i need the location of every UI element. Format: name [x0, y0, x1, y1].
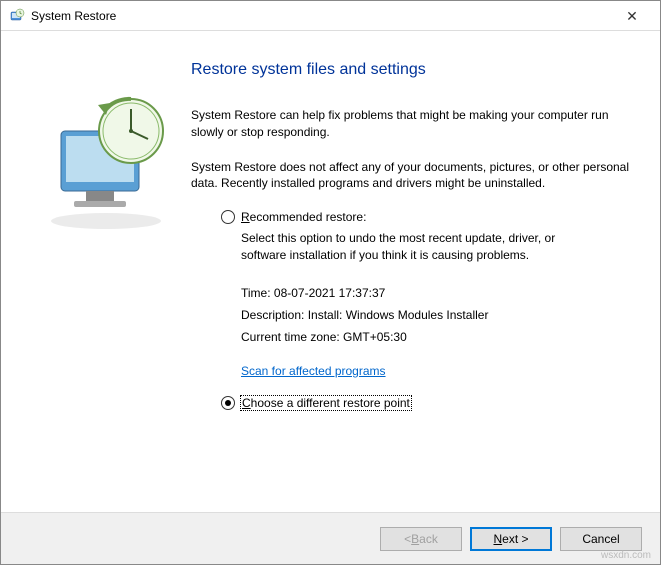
cancel-button[interactable]: Cancel	[560, 527, 642, 551]
recommended-restore-label: Recommended restore:	[241, 210, 366, 224]
radio-icon	[221, 210, 235, 224]
wizard-footer: < Back Next > Cancel	[1, 512, 660, 564]
content-area: Restore system files and settings System…	[1, 31, 660, 512]
sidebar-graphic	[21, 51, 191, 502]
intro-paragraph-2: System Restore does not affect any of yo…	[191, 159, 630, 193]
intro-paragraph-1: System Restore can help fix problems tha…	[191, 107, 630, 141]
watermark: wsxdn.com	[601, 550, 651, 561]
restore-options: Recommended restore: Select this option …	[191, 210, 630, 410]
system-restore-window: System Restore ✕ Restore system files an…	[0, 0, 661, 565]
scan-affected-programs-link[interactable]: Scan for affected programs	[241, 364, 386, 378]
main-panel: Restore system files and settings System…	[191, 51, 630, 502]
system-restore-icon	[9, 8, 25, 24]
radio-icon	[221, 396, 235, 410]
recommended-restore-detail: Select this option to undo the most rece…	[241, 230, 581, 264]
page-title: Restore system files and settings	[191, 61, 630, 79]
close-button[interactable]: ✕	[612, 2, 652, 30]
titlebar: System Restore ✕	[1, 1, 660, 31]
restore-time: Time: 08-07-2021 17:37:37	[241, 286, 630, 300]
restore-timezone: Current time zone: GMT+05:30	[241, 330, 630, 344]
restore-description: Description: Install: Windows Modules In…	[241, 308, 630, 322]
next-button[interactable]: Next >	[470, 527, 552, 551]
choose-different-point-option[interactable]: Choose a different restore point	[221, 396, 630, 410]
recommended-restore-option[interactable]: Recommended restore:	[221, 210, 630, 224]
back-button: < Back	[380, 527, 462, 551]
window-title: System Restore	[31, 9, 612, 23]
restore-graphic-icon	[36, 81, 176, 231]
choose-different-point-label: Choose a different restore point	[241, 396, 411, 410]
